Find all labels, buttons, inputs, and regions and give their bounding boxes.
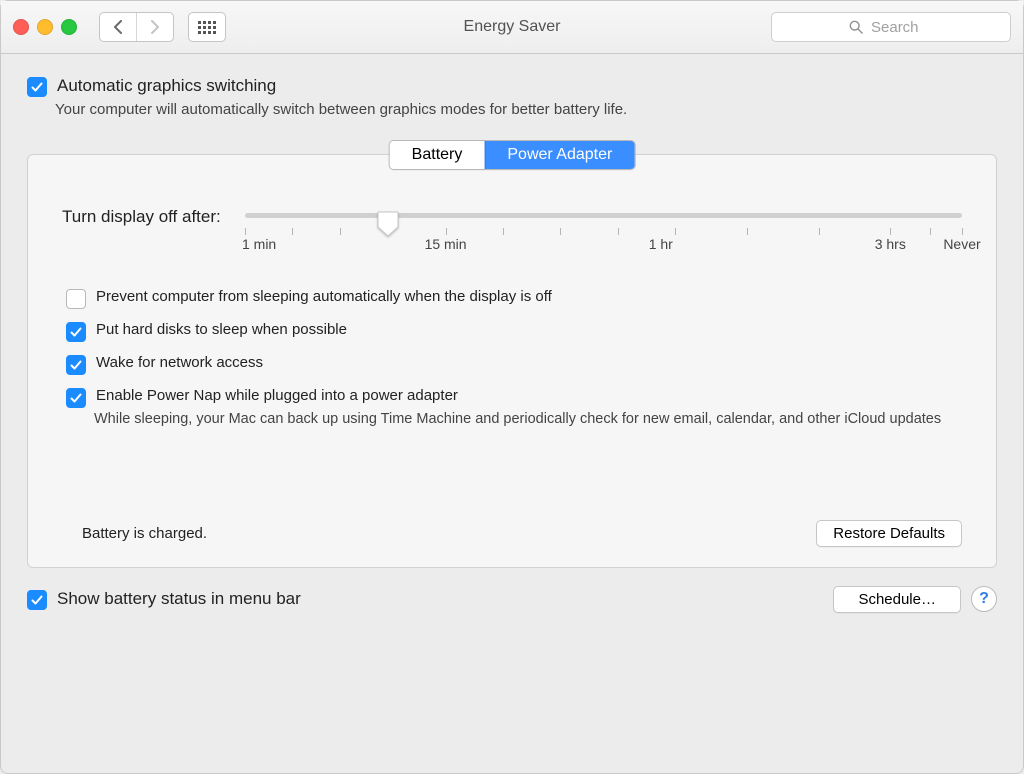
settings-panel: Battery Power Adapter Turn display off a… bbox=[27, 154, 997, 568]
hard-disks-row: Put hard disks to sleep when possible bbox=[66, 321, 962, 342]
restore-defaults-button[interactable]: Restore Defaults bbox=[816, 520, 962, 547]
show-battery-status-label: Show battery status in menu bar bbox=[57, 589, 301, 609]
display-off-label: Turn display off after: bbox=[62, 207, 221, 227]
tick-never: Never bbox=[943, 236, 980, 252]
power-nap-checkbox[interactable] bbox=[66, 388, 86, 408]
bottom-row: Show battery status in menu bar Schedule… bbox=[27, 586, 997, 613]
window-zoom-button[interactable] bbox=[61, 19, 77, 35]
display-off-slider[interactable]: 1 min 15 min 1 hr 3 hrs Never bbox=[245, 205, 962, 256]
tick-3hrs: 3 hrs bbox=[875, 236, 906, 252]
display-off-slider-area: Turn display off after: bbox=[62, 205, 962, 256]
help-button[interactable]: ? bbox=[971, 586, 997, 612]
search-field[interactable] bbox=[771, 12, 1011, 42]
nav-back-forward bbox=[99, 12, 174, 42]
automatic-graphics-label: Automatic graphics switching bbox=[57, 76, 276, 96]
check-icon bbox=[70, 326, 82, 338]
prevent-sleep-label: Prevent computer from sleeping automatic… bbox=[96, 288, 552, 305]
check-icon bbox=[70, 392, 82, 404]
show-all-button[interactable] bbox=[188, 12, 226, 42]
battery-status-text: Battery is charged. bbox=[82, 525, 207, 542]
automatic-graphics-row: Automatic graphics switching bbox=[27, 76, 997, 97]
power-options: Prevent computer from sleeping automatic… bbox=[66, 288, 962, 430]
window-traffic-lights bbox=[13, 19, 77, 35]
wake-network-row: Wake for network access bbox=[66, 354, 962, 375]
power-nap-row: Enable Power Nap while plugged into a po… bbox=[66, 387, 962, 408]
tick-1min: 1 min bbox=[242, 236, 276, 252]
tick-15min: 15 min bbox=[425, 236, 467, 252]
prevent-sleep-row: Prevent computer from sleeping automatic… bbox=[66, 288, 962, 309]
titlebar: Energy Saver bbox=[1, 1, 1023, 54]
check-icon bbox=[31, 594, 43, 606]
search-input[interactable] bbox=[869, 18, 933, 37]
window-close-button[interactable] bbox=[13, 19, 29, 35]
wake-network-checkbox[interactable] bbox=[66, 355, 86, 375]
check-icon bbox=[70, 359, 82, 371]
schedule-button[interactable]: Schedule… bbox=[833, 586, 961, 613]
content-area: Automatic graphics switching Your comput… bbox=[1, 54, 1023, 631]
window-minimize-button[interactable] bbox=[37, 19, 53, 35]
wake-network-label: Wake for network access bbox=[96, 354, 263, 371]
automatic-graphics-description: Your computer will automatically switch … bbox=[55, 101, 997, 118]
grid-icon bbox=[198, 21, 216, 34]
nav-forward-button[interactable] bbox=[136, 13, 173, 41]
tab-power-adapter[interactable]: Power Adapter bbox=[484, 141, 634, 169]
panel-footer: Battery is charged. Restore Defaults bbox=[62, 520, 962, 547]
tick-1hr: 1 hr bbox=[649, 236, 673, 252]
hard-disks-checkbox[interactable] bbox=[66, 322, 86, 342]
power-source-tabs: Battery Power Adapter bbox=[389, 140, 636, 170]
prevent-sleep-checkbox[interactable] bbox=[66, 289, 86, 309]
chevron-right-icon bbox=[150, 20, 160, 34]
check-icon bbox=[31, 81, 43, 93]
chevron-left-icon bbox=[113, 20, 123, 34]
hard-disks-label: Put hard disks to sleep when possible bbox=[96, 321, 347, 338]
tab-battery[interactable]: Battery bbox=[390, 141, 485, 169]
automatic-graphics-checkbox[interactable] bbox=[27, 77, 47, 97]
power-nap-label: Enable Power Nap while plugged into a po… bbox=[96, 387, 458, 404]
power-nap-description: While sleeping, your Mac can back up usi… bbox=[94, 410, 962, 430]
slider-thumb[interactable] bbox=[377, 211, 399, 237]
nav-back-button[interactable] bbox=[100, 13, 136, 41]
show-battery-status-checkbox[interactable] bbox=[27, 590, 47, 610]
search-icon bbox=[849, 20, 863, 34]
